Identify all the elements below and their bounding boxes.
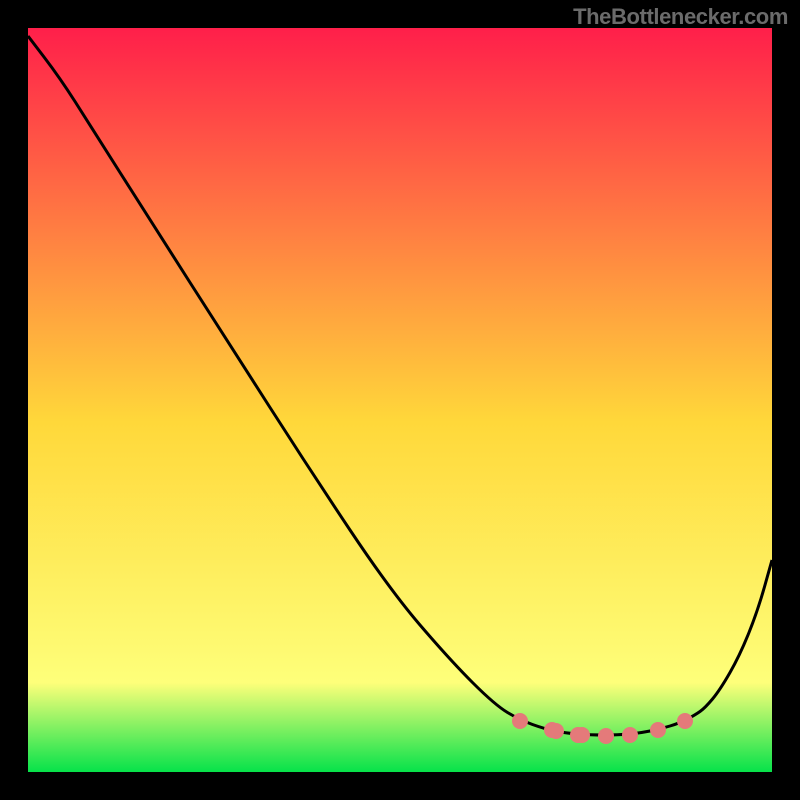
gradient-background [28, 28, 772, 772]
sweet-spot-marker [574, 727, 590, 743]
attribution-text: TheBottlenecker.com [573, 4, 788, 30]
sweet-spot-marker [512, 713, 528, 729]
sweet-spot-marker [548, 723, 564, 739]
sweet-spot-marker [677, 713, 693, 729]
sweet-spot-marker [650, 722, 666, 738]
chart-svg [28, 28, 772, 772]
sweet-spot-marker [622, 727, 638, 743]
chart-canvas [28, 28, 772, 772]
sweet-spot-marker [598, 728, 614, 744]
